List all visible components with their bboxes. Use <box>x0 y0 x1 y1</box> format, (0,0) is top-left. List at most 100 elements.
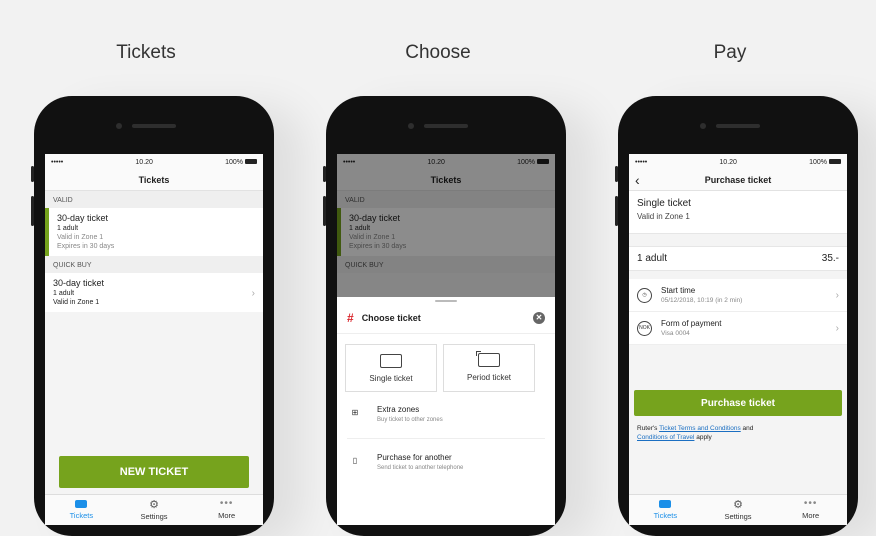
camera <box>408 123 414 129</box>
signal-indicator: ••••• <box>51 158 64 166</box>
screen: ••••• 10.20 100% ‹ Purchase ticket Singl… <box>629 154 847 525</box>
phone-tickets: ••••• 10.20 100% Tickets VALID 30-day ti… <box>31 96 274 536</box>
purchase-ticket-button[interactable]: Purchase ticket <box>634 390 842 416</box>
phone-pay: ••••• 10.20 100% ‹ Purchase ticket Singl… <box>615 96 858 536</box>
ticket-zone: Valid in Zone 1 <box>57 234 104 241</box>
phone-button <box>615 166 618 182</box>
quick-buy-ticket-card[interactable]: 30-day ticket 1 adult Valid in Zone 1 › <box>45 273 263 312</box>
gear-icon: ⚙ <box>733 498 743 511</box>
tab-more[interactable]: ••• More <box>190 495 263 525</box>
phone-button <box>615 196 618 226</box>
tab-settings[interactable]: ⚙ Settings <box>118 495 191 525</box>
row-label: Form of payment <box>661 319 722 328</box>
signal-indicator: ••••• <box>635 158 648 166</box>
row-label: Start time <box>661 286 696 295</box>
close-icon[interactable]: ✕ <box>533 312 545 324</box>
payment-row[interactable]: NOK Form of payment Visa 0004 › <box>629 312 847 345</box>
purchase-for-another-option[interactable]: ▯ Purchase for another Send ticket to an… <box>347 453 545 471</box>
choose-column-title: Choose <box>405 42 471 63</box>
screen: ••••• 10.20 100% Tickets VALID 30-day ti… <box>337 154 555 525</box>
extra-zones-option[interactable]: ⊞ Extra zones Buy ticket to other zones <box>347 405 545 423</box>
option-label: Single ticket <box>369 374 413 383</box>
single-ticket-icon <box>380 354 402 368</box>
new-ticket-button[interactable]: NEW TICKET <box>59 456 249 488</box>
option-title: Extra zones <box>377 405 420 414</box>
camera <box>700 123 706 129</box>
quick-buy-section-header: QUICK BUY <box>45 256 263 273</box>
tab-bar: Tickets ⚙ Settings ••• More <box>45 494 263 525</box>
phone-icon: ▯ <box>352 456 358 465</box>
ticket-people: 1 adult <box>53 290 75 297</box>
tab-more[interactable]: ••• More <box>774 495 847 525</box>
start-time-row[interactable]: ◷ Start time 05/12/2018, 10:19 (in 2 min… <box>629 279 847 312</box>
ticket-icon <box>659 500 672 508</box>
tickets-column-title: Tickets <box>116 42 176 63</box>
phone-button <box>31 166 34 182</box>
terms-prefix: Ruter's <box>637 425 660 432</box>
phone-button <box>323 166 326 182</box>
chevron-right-icon: › <box>835 290 839 301</box>
tab-settings[interactable]: ⚙ Settings <box>702 495 775 525</box>
battery-indicator: 100% <box>809 159 841 166</box>
option-label: Period ticket <box>466 373 512 382</box>
tab-bar: Tickets ⚙ Settings ••• More <box>629 494 847 525</box>
ticket-zone: Valid in Zone 1 <box>53 299 100 306</box>
ticket-zone: Valid in Zone 1 <box>637 212 690 221</box>
status-time: 10.20 <box>135 158 153 166</box>
divider <box>347 438 545 439</box>
sheet-header: # Choose ticket ✕ <box>337 302 555 334</box>
phone-choose: ••••• 10.20 100% Tickets VALID 30-day ti… <box>323 96 566 536</box>
ticket-expiry: Expires in 30 days <box>57 243 115 250</box>
option-subtitle: Buy ticket to other zones <box>377 417 443 423</box>
ticket-icon <box>75 500 88 508</box>
status-bar: ••••• 10.20 100% <box>45 154 263 170</box>
passenger-row: 1 adult 35.- <box>629 246 847 271</box>
nav-title: Purchase ticket <box>704 175 772 185</box>
row-value: Visa 0004 <box>661 330 690 337</box>
screen: ••••• 10.20 100% Tickets VALID 30-day ti… <box>45 154 263 525</box>
speaker <box>132 124 176 128</box>
ticket-hash-icon: # <box>347 311 354 325</box>
chevron-right-icon: › <box>251 288 255 299</box>
sheet-title: Choose ticket <box>361 313 421 323</box>
tab-label: Settings <box>724 511 752 521</box>
back-chevron-icon[interactable]: ‹ <box>635 172 640 188</box>
valid-ticket-card[interactable]: 30-day ticket 1 adult Valid in Zone 1 Ex… <box>45 208 263 256</box>
ticket-name: 30-day ticket <box>53 278 105 288</box>
speaker <box>424 124 468 128</box>
terms-suffix: apply <box>694 434 712 441</box>
tab-tickets[interactable]: Tickets <box>629 495 702 525</box>
tab-tickets[interactable]: Tickets <box>45 495 118 525</box>
phone-button <box>31 196 34 226</box>
passenger-label: 1 adult <box>637 253 668 264</box>
nok-icon: NOK <box>637 320 652 336</box>
tab-label: Settings <box>140 511 168 521</box>
clock-icon: ◷ <box>637 287 652 303</box>
ticket-summary: Single ticket Valid in Zone 1 <box>629 191 847 234</box>
option-subtitle: Send ticket to another telephone <box>377 465 464 471</box>
status-bar: ••••• 10.20 100% <box>629 154 847 170</box>
status-time: 10.20 <box>719 158 737 166</box>
choose-ticket-sheet: # Choose ticket ✕ Single ticket Period t… <box>337 297 555 525</box>
more-dots-icon: ••• <box>219 498 234 509</box>
gear-icon: ⚙ <box>149 498 159 511</box>
terms-link[interactable]: Ticket Terms and Conditions <box>659 425 741 432</box>
chevron-right-icon: › <box>835 323 839 334</box>
period-ticket-option[interactable]: Period ticket <box>443 344 535 392</box>
terms-mid: and <box>740 425 754 432</box>
period-ticket-icon <box>476 351 500 367</box>
row-value: 05/12/2018, 10:19 (in 2 min) <box>661 297 743 304</box>
ticket-people: 1 adult <box>57 225 79 232</box>
phone-button <box>323 196 326 226</box>
ticket-name: 30-day ticket <box>57 213 109 223</box>
nav-bar: Tickets <box>45 170 263 191</box>
single-ticket-option[interactable]: Single ticket <box>345 344 437 392</box>
pay-column-title: Pay <box>713 42 747 63</box>
nav-title: Tickets <box>138 175 170 185</box>
battery-indicator: 100% <box>225 159 257 166</box>
option-title: Purchase for another <box>377 453 452 462</box>
conditions-link[interactable]: Conditions of Travel <box>637 434 694 441</box>
battery-icon <box>244 159 257 165</box>
battery-icon <box>828 159 841 165</box>
